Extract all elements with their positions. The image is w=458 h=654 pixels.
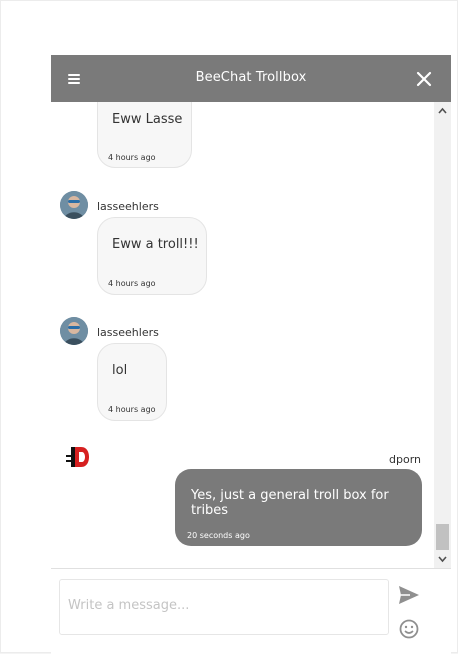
message-username[interactable]: lasseehlers bbox=[97, 326, 159, 339]
message-username[interactable]: dporn bbox=[389, 453, 421, 466]
scroll-up-arrow-icon[interactable] bbox=[434, 104, 451, 118]
message-bubble: Yes, just a general troll box for tribes… bbox=[175, 469, 422, 546]
close-icon[interactable] bbox=[415, 70, 433, 88]
chat-header: BeeChat Trollbox bbox=[51, 55, 451, 102]
avatar[interactable] bbox=[65, 445, 91, 469]
chat-title: BeeChat Trollbox bbox=[195, 70, 307, 85]
scroll-down-arrow-icon[interactable] bbox=[434, 552, 451, 566]
avatar[interactable] bbox=[60, 191, 88, 219]
message-bubble: lol 4 hours ago bbox=[97, 343, 167, 421]
message-text: Eww a troll!!! bbox=[112, 237, 199, 252]
message-list[interactable]: Eww Lasse 4 hours ago lasseehlers Eww a … bbox=[51, 102, 434, 568]
message-username[interactable]: lasseehlers bbox=[97, 200, 159, 213]
message-bubble: Eww a troll!!! 4 hours ago bbox=[97, 217, 207, 295]
message-time: 20 seconds ago bbox=[187, 531, 250, 540]
message-scrollbar[interactable] bbox=[434, 102, 451, 568]
message-text: Yes, just a general troll box for tribes bbox=[191, 488, 389, 518]
emoji-icon[interactable] bbox=[399, 619, 419, 639]
message-time: 4 hours ago bbox=[108, 405, 156, 414]
message-time: 4 hours ago bbox=[108, 153, 156, 162]
message-text: lol bbox=[112, 363, 128, 378]
message-bubble: Eww Lasse 4 hours ago bbox=[97, 102, 192, 168]
avatar[interactable] bbox=[60, 317, 88, 345]
message-text: Eww Lasse bbox=[112, 112, 183, 127]
message-composer bbox=[51, 568, 451, 654]
message-input[interactable] bbox=[59, 579, 389, 635]
send-icon[interactable] bbox=[398, 585, 420, 605]
scroll-thumb[interactable] bbox=[436, 524, 449, 550]
message-time: 4 hours ago bbox=[108, 279, 156, 288]
